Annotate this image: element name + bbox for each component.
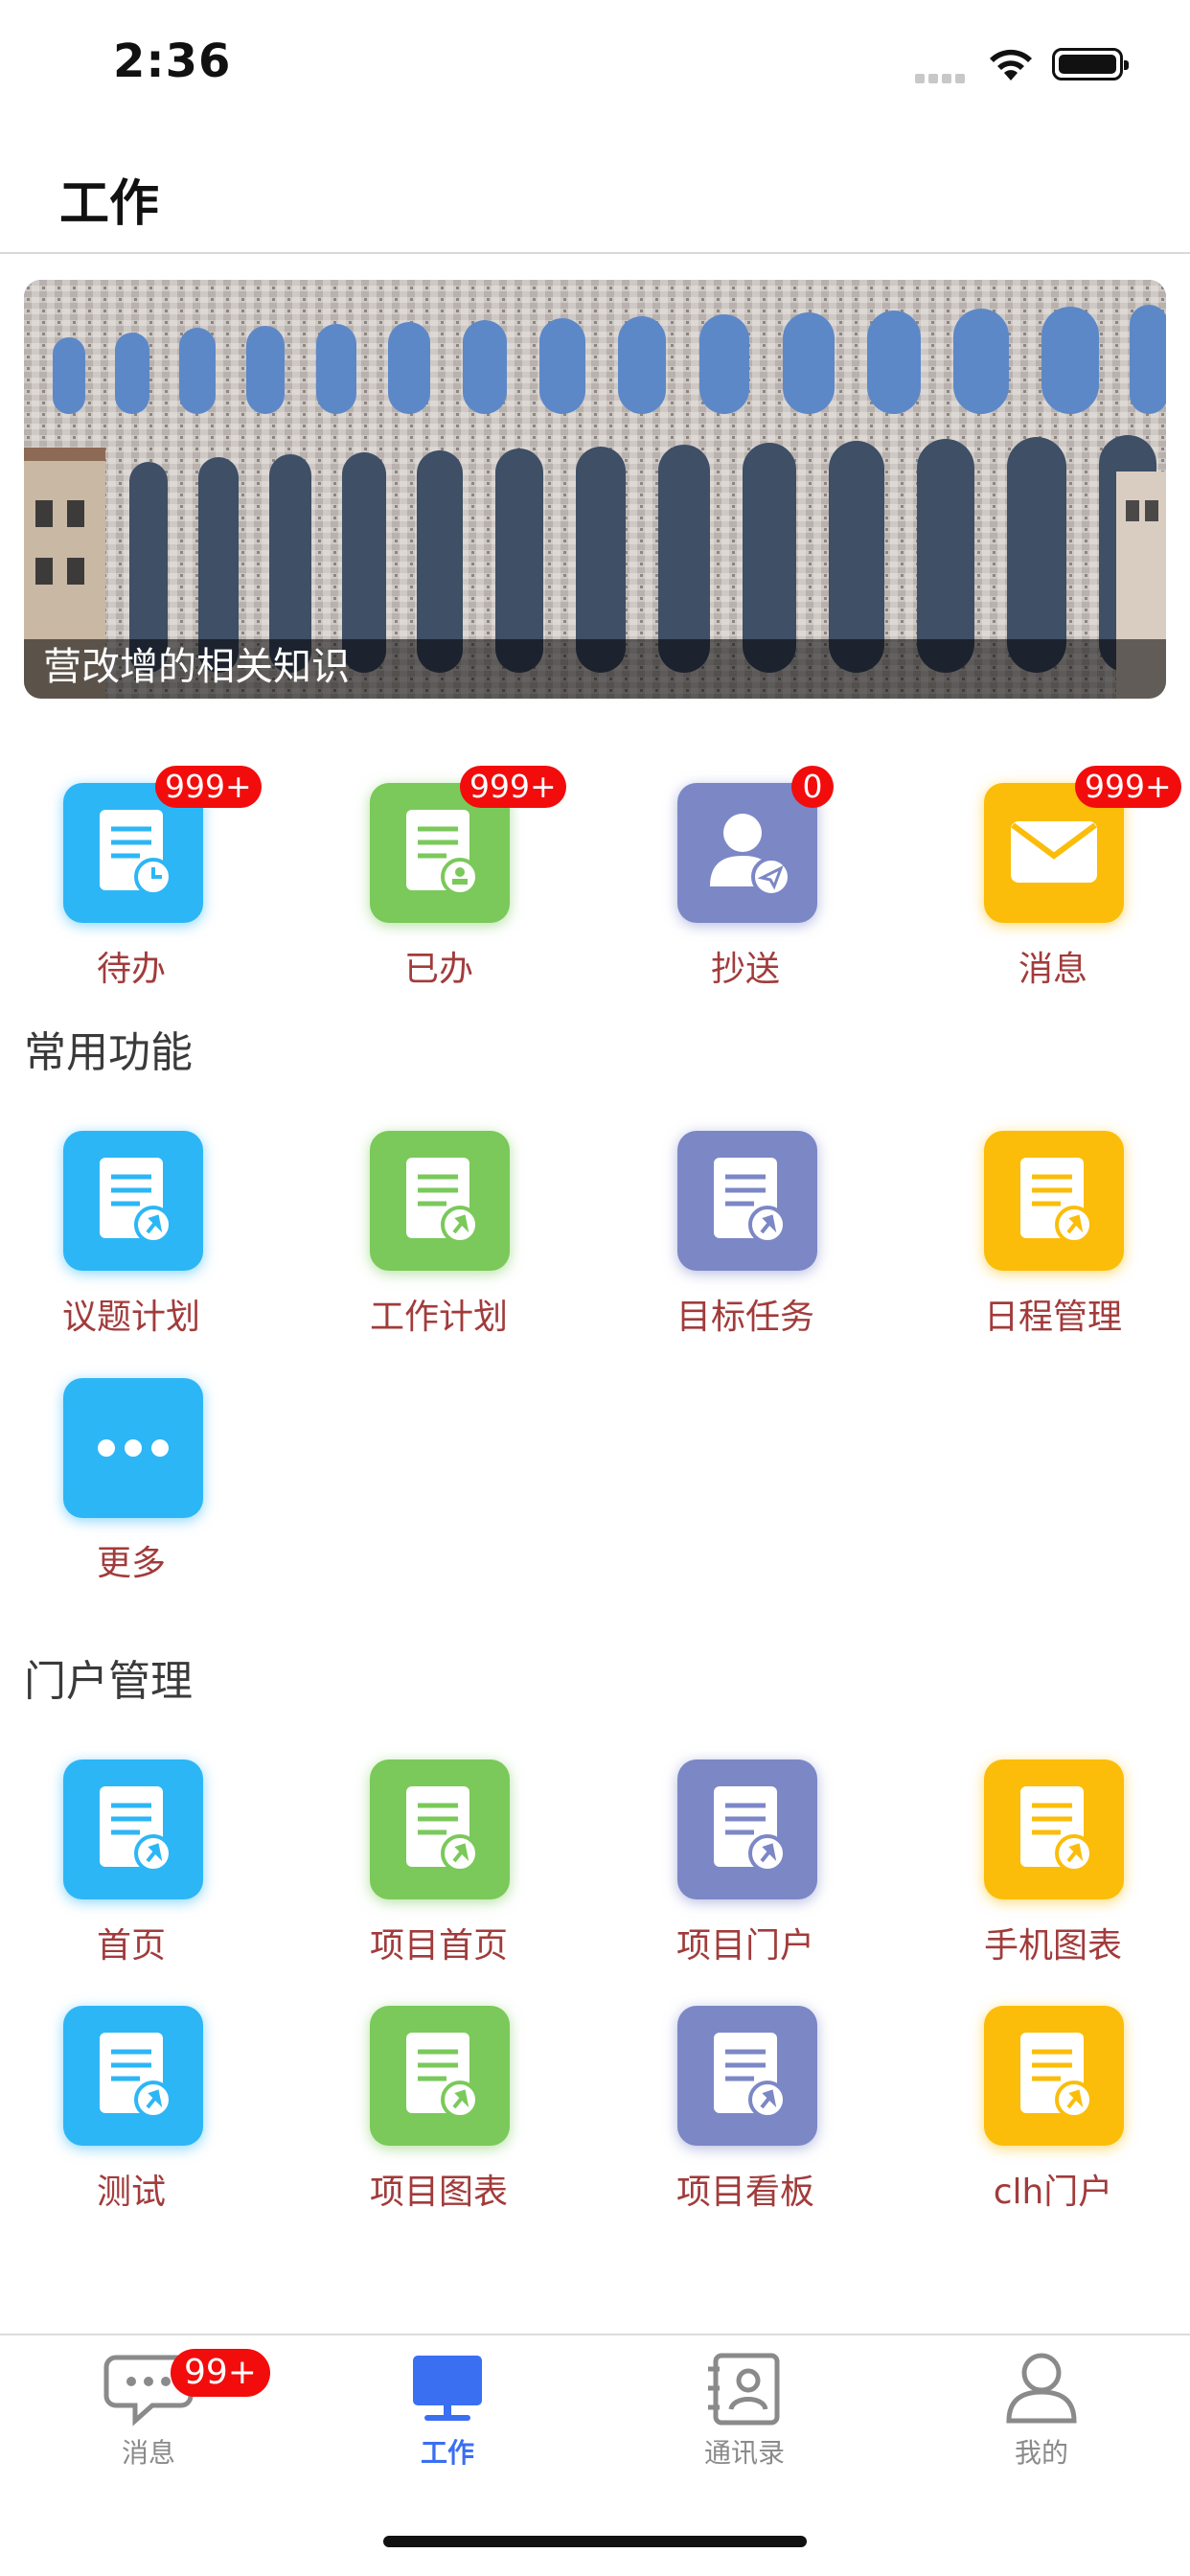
cc-badge: 0 <box>791 766 834 808</box>
clh-portal-label: clh门户 <box>993 2173 1113 2212</box>
project-portal-button[interactable] <box>677 1760 821 1911</box>
cc-button[interactable] <box>677 783 821 934</box>
contacts-icon <box>708 2353 780 2426</box>
clh-portal-button[interactable] <box>984 2006 1128 2157</box>
project-chart-label: 项目图表 <box>369 2173 508 2212</box>
portal-home-button[interactable] <box>63 1760 207 1911</box>
cc-label: 抄送 <box>710 950 780 989</box>
cc-user-icon <box>677 783 817 923</box>
pinned-doc-icon <box>984 1760 1124 1899</box>
more-dots-icon <box>63 1378 203 1518</box>
tab-contacts-label: 通讯录 <box>703 2437 785 2469</box>
pinned-doc-icon <box>370 2006 510 2146</box>
project-board-button[interactable] <box>677 2006 821 2157</box>
todo-label: 待办 <box>96 950 166 989</box>
portal-home-label: 首页 <box>96 1926 166 1966</box>
tab-mine-label: 我的 <box>1014 2437 1068 2469</box>
pinned-doc-icon <box>370 1760 510 1899</box>
target-task-label: 目标任务 <box>675 1298 814 1337</box>
header-divider <box>0 252 1190 254</box>
pinned-doc-icon <box>63 1760 203 1899</box>
message-label: 消息 <box>1018 950 1087 989</box>
banner-caption: 营改增的相关知识 <box>43 645 350 689</box>
wifi-icon <box>990 49 1032 80</box>
mobile-chart-label: 手机图表 <box>983 1926 1122 1966</box>
done-badge: 999+ <box>460 766 566 808</box>
pinned-doc-icon <box>984 2006 1124 2146</box>
pinned-doc-icon <box>677 1760 817 1899</box>
project-portal-label: 项目门户 <box>675 1926 814 1966</box>
pinned-doc-icon <box>677 2006 817 2146</box>
pinned-doc-icon <box>63 1131 203 1271</box>
portal-management-title: 门户管理 <box>24 1657 193 1706</box>
test-label: 测试 <box>96 2173 166 2212</box>
tab-work-label: 工作 <box>420 2437 474 2469</box>
pinned-doc-icon <box>63 2006 203 2146</box>
done-label: 已办 <box>403 950 473 989</box>
pinned-doc-icon <box>677 1131 817 1271</box>
person-icon <box>1006 2353 1077 2424</box>
common-functions-title: 常用功能 <box>24 1028 193 1077</box>
monitor-icon <box>413 2356 482 2421</box>
schedule-label: 日程管理 <box>983 1298 1122 1337</box>
work-plan-label: 工作计划 <box>369 1298 508 1337</box>
schedule-button[interactable] <box>984 1131 1128 1282</box>
message-badge: 999+ <box>1075 766 1181 808</box>
page-title: 工作 <box>59 175 160 233</box>
home-indicator <box>383 2536 807 2547</box>
signal-icon <box>915 69 971 83</box>
project-home-button[interactable] <box>370 1760 514 1911</box>
todo-badge: 999+ <box>155 766 262 808</box>
target-task-button[interactable] <box>677 1131 821 1282</box>
pinned-doc-icon <box>370 1131 510 1271</box>
banner-carousel[interactable]: 营改增的相关知识 <box>24 280 1166 699</box>
test-button[interactable] <box>63 2006 207 2157</box>
mobile-chart-button[interactable] <box>984 1760 1128 1911</box>
tabbar-divider <box>0 2334 1190 2335</box>
status-time: 2:36 <box>113 34 232 88</box>
topic-plan-label: 议题计划 <box>61 1298 200 1337</box>
project-chart-button[interactable] <box>370 2006 514 2157</box>
pinned-doc-icon <box>984 1131 1124 1271</box>
project-board-label: 项目看板 <box>675 2173 814 2212</box>
project-home-label: 项目首页 <box>369 1926 508 1966</box>
more-label: 更多 <box>96 1544 166 1583</box>
more-button[interactable] <box>63 1378 207 1530</box>
work-plan-button[interactable] <box>370 1131 514 1282</box>
tab-messages-badge: 99+ <box>171 2349 270 2397</box>
tab-messages-label: 消息 <box>121 2437 175 2469</box>
battery-icon <box>1052 48 1129 80</box>
topic-plan-button[interactable] <box>63 1131 207 1282</box>
